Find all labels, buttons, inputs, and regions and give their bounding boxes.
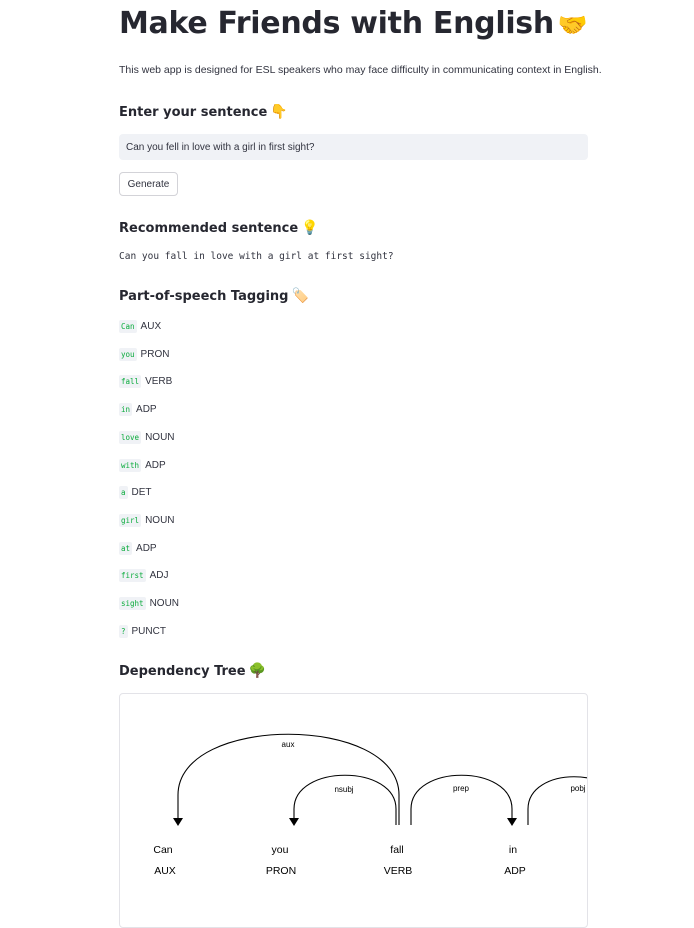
pos-item: a DET — [119, 485, 152, 499]
pos-tag: PUNCT — [131, 625, 166, 637]
handshake-icon: 🤝 — [557, 11, 588, 39]
pos-word: Can — [119, 319, 137, 333]
arrowhead-icon — [289, 818, 299, 826]
dependency-heading: Dependency Tree 🌳 — [119, 663, 266, 679]
pos-word: in — [119, 402, 133, 416]
pos-tag: NOUN — [149, 597, 180, 609]
pos-tag: ADP — [145, 459, 166, 471]
arrowhead-icon — [173, 818, 183, 826]
pos-word: sight — [119, 596, 146, 610]
dep-word: fall — [390, 844, 403, 856]
pos-word: first — [119, 568, 146, 582]
pos-word: with — [119, 458, 142, 472]
pos-tag: AUX — [140, 320, 162, 332]
dep-arc-label: prep — [453, 784, 470, 793]
pos-tag: DET — [131, 486, 152, 498]
dep-word: in — [509, 844, 517, 856]
pos-heading-text: Part-of-speech Tagging — [119, 289, 289, 304]
dependency-heading-text: Dependency Tree — [119, 664, 246, 679]
dep-tag: ADP — [504, 865, 526, 877]
pos-tag: VERB — [145, 375, 173, 387]
pos-item: at ADP — [119, 541, 157, 555]
dependency-tree-svg: aux nsubj prep pobj Can AUX you PRON fal… — [153, 733, 587, 877]
input-heading-text: Enter your sentence — [119, 105, 268, 120]
light-bulb-icon: 💡 — [301, 220, 319, 236]
pos-tag: NOUN — [145, 514, 175, 526]
pos-item: sight NOUN — [119, 596, 179, 610]
pos-item: ? PUNCT — [119, 624, 166, 638]
pos-tag: ADJ — [149, 569, 169, 581]
generate-button[interactable]: Generate — [119, 172, 178, 196]
pointing-down-icon: 👇 — [270, 104, 288, 120]
pos-item: love NOUN — [119, 430, 175, 444]
pos-item: girl NOUN — [119, 513, 175, 527]
page-title-text: Make Friends with English — [119, 6, 554, 41]
pos-word: fall — [119, 374, 142, 388]
pos-tag: NOUN — [145, 431, 175, 443]
input-heading: Enter your sentence 👇 — [119, 104, 288, 120]
pos-word: a — [119, 485, 128, 499]
dep-arc-label: aux — [282, 740, 295, 749]
pos-word: ? — [119, 624, 128, 638]
dep-arc-prep — [410, 774, 513, 825]
pos-item: in ADP — [119, 402, 157, 416]
dependency-arcs: aux nsubj prep pobj — [173, 733, 587, 826]
dependency-tree[interactable]: aux nsubj prep pobj Can AUX you PRON fal… — [119, 693, 588, 928]
pos-word: love — [119, 430, 142, 444]
tree-icon: 🌳 — [248, 663, 266, 679]
recommended-heading-text: Recommended sentence — [119, 221, 299, 236]
dep-word: you — [272, 844, 289, 856]
recommended-sentence: Can you fall in love with a girl at firs… — [119, 251, 394, 262]
dep-arc-label: nsubj — [334, 785, 353, 794]
pos-item: with ADP — [119, 458, 166, 472]
pos-item: Can AUX — [119, 319, 161, 333]
dep-tag: AUX — [154, 865, 176, 877]
sentence-input[interactable] — [119, 134, 588, 160]
dep-word: Can — [153, 844, 172, 856]
arrowhead-icon — [507, 818, 517, 826]
pos-heading: Part-of-speech Tagging 🏷️ — [119, 288, 309, 304]
pos-word: at — [119, 541, 133, 555]
pos-item: first ADJ — [119, 568, 168, 582]
dep-tag: VERB — [384, 865, 413, 877]
pos-item: you PRON — [119, 347, 169, 361]
pos-tag: PRON — [140, 348, 170, 360]
app-description: This web app is designed for ESL speaker… — [119, 64, 602, 76]
page-title: Make Friends with English 🤝 — [119, 6, 588, 41]
dep-tag: PRON — [266, 865, 296, 877]
pos-tag: ADP — [136, 542, 157, 554]
dep-arc-label: pobj — [570, 784, 585, 793]
pos-tag: ADP — [136, 403, 157, 415]
pos-word: you — [119, 347, 137, 361]
dependency-words: Can AUX you PRON fall VERB in ADP — [153, 844, 525, 877]
pos-item: fall VERB — [119, 374, 172, 388]
dep-arc-nsubj — [293, 774, 397, 825]
recommended-heading: Recommended sentence 💡 — [119, 220, 319, 236]
label-tag-icon: 🏷️ — [291, 288, 309, 304]
pos-word: girl — [119, 513, 142, 527]
